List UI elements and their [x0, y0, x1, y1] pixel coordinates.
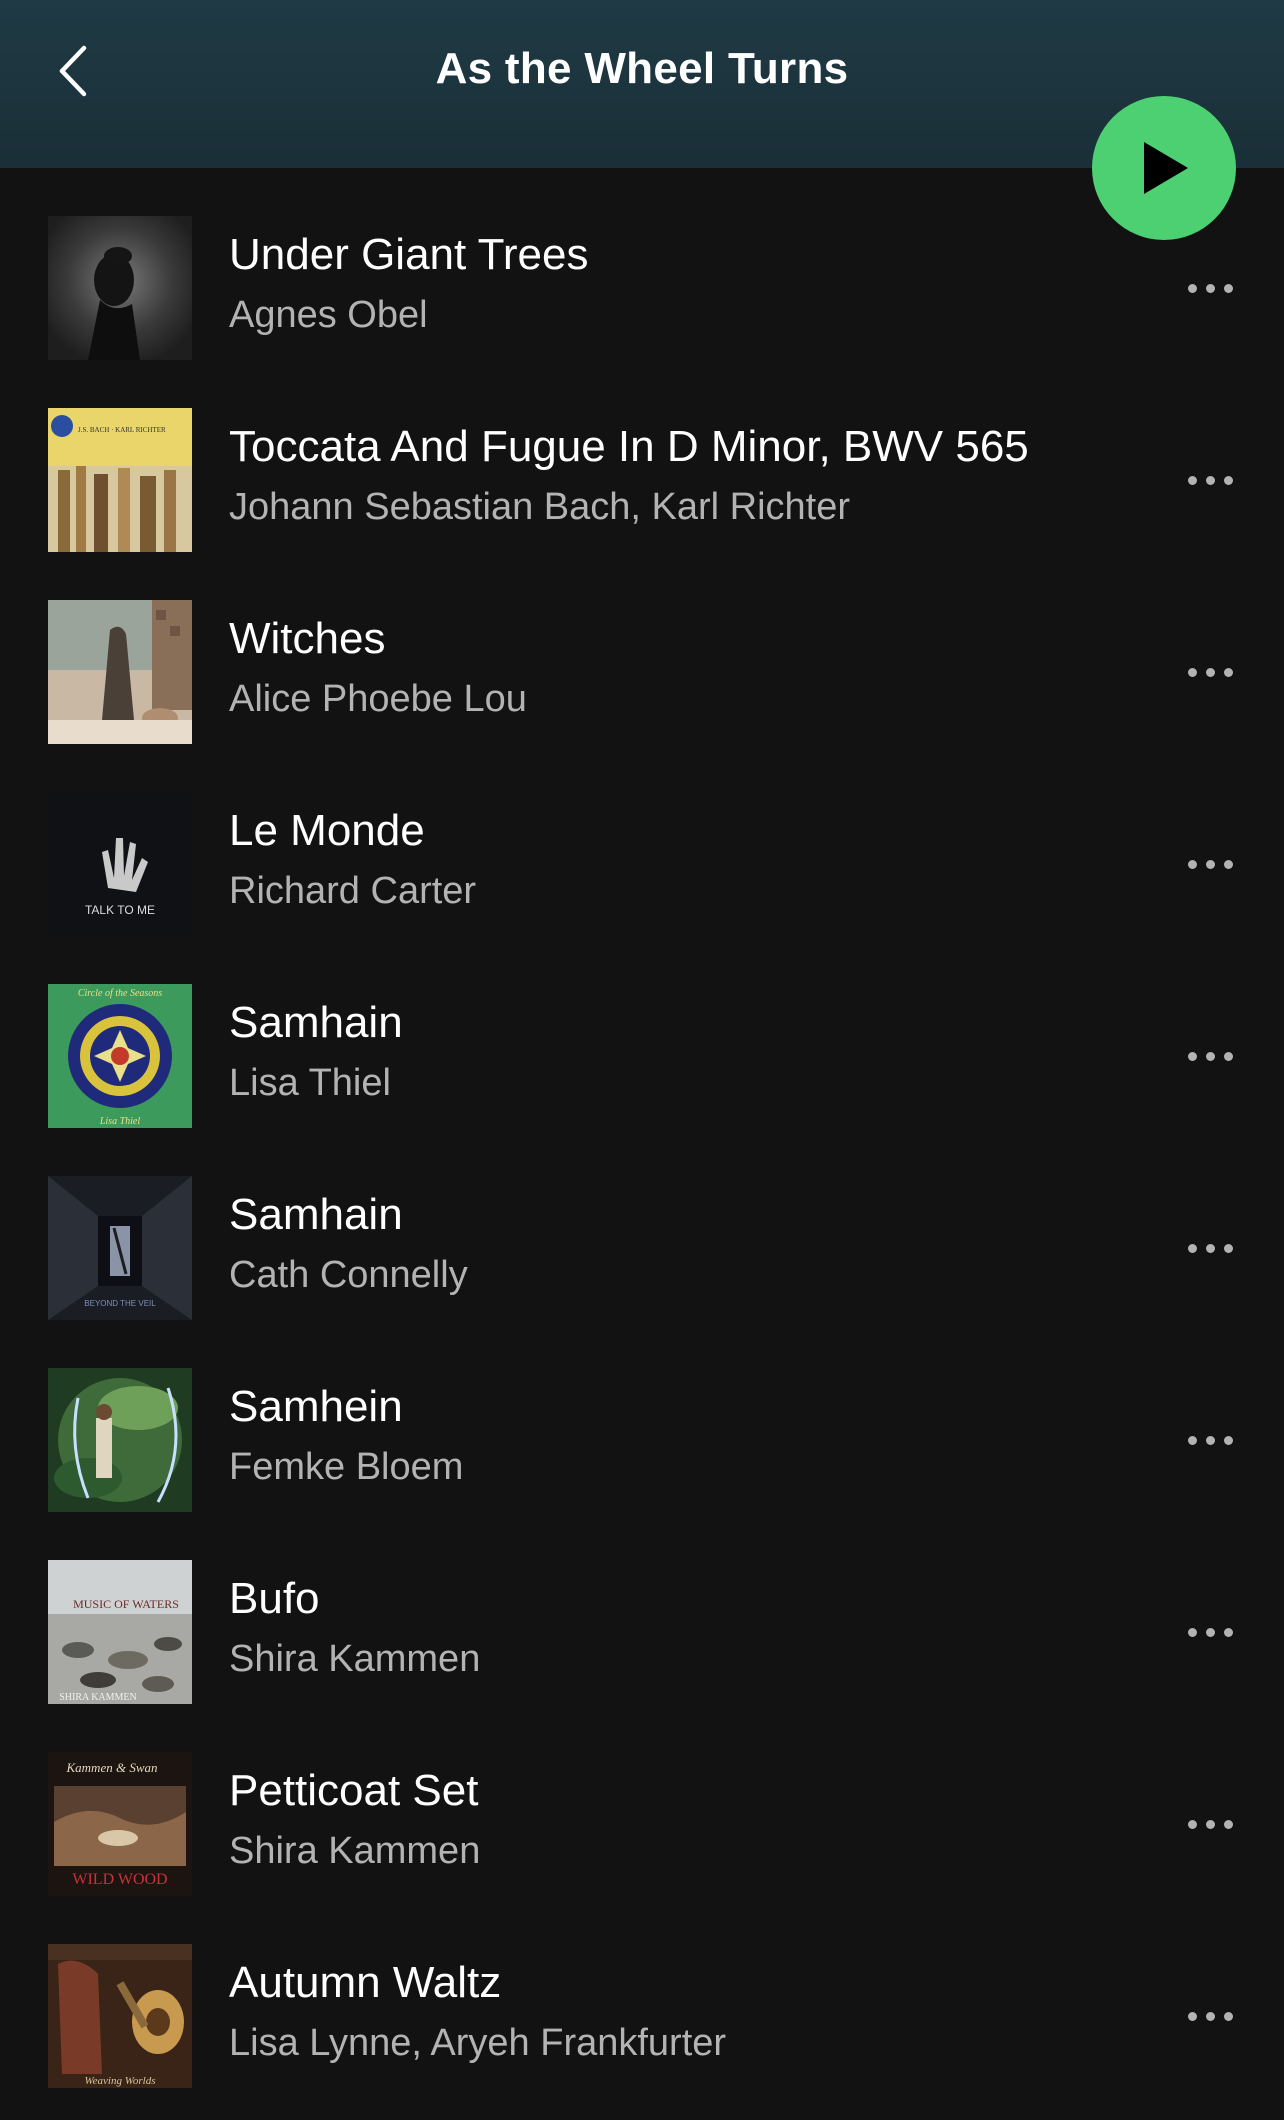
play-button[interactable] [1092, 96, 1236, 240]
cover-caption: MUSIC OF WATERS [73, 1597, 179, 1611]
track-title: Le Monde [229, 806, 425, 855]
album-cover [48, 600, 192, 744]
cover-caption: Weaving Worlds [85, 2075, 156, 2087]
track-row[interactable]: Kammen & Swan WILD WOOD Petticoat Set Sh… [0, 1704, 1284, 1896]
track-row[interactable]: MUSIC OF WATERS SHIRA KAMMEN Bufo Shira … [0, 1512, 1284, 1704]
album-cover: Kammen & Swan WILD WOOD [48, 1752, 192, 1896]
track-row[interactable]: Circle of the Seasons Lisa Thiel Samhain… [0, 936, 1284, 1128]
more-icon [1187, 2011, 1233, 2021]
track-artist: Richard Carter [229, 870, 477, 912]
album-cover: Circle of the Seasons Lisa Thiel [48, 984, 192, 1128]
track-title: Autumn Waltz [229, 1958, 502, 2007]
track-artist: Lisa Thiel [229, 1062, 391, 1104]
album-cover: Weaving Worlds [48, 1944, 192, 2088]
more-options-button[interactable] [1172, 1992, 1248, 2040]
track-row[interactable]: J.S. BACH · KARL RICHTER Toccata And Fug… [0, 360, 1284, 552]
track-artist: Shira Kammen [229, 1830, 481, 1872]
cover-caption: BEYOND THE VEIL [84, 1299, 156, 1308]
cover-caption-2: WILD WOOD [72, 1871, 167, 1888]
play-icon [1144, 142, 1188, 194]
track-row[interactable]: TALK TO ME Le Monde Richard Carter [0, 744, 1284, 936]
album-cover: TALK TO ME [48, 792, 192, 936]
track-artist: Johann Sebastian Bach, Karl Richter [229, 486, 851, 528]
album-cover: BEYOND THE VEIL [48, 1176, 192, 1320]
track-artist: Femke Bloem [229, 1446, 464, 1488]
track-title: Witches [229, 614, 386, 663]
more-options-button[interactable] [1172, 840, 1248, 888]
cover-caption: Kammen & Swan [66, 1760, 158, 1775]
track-row[interactable]: Under Giant Trees Agnes Obel [0, 168, 1284, 360]
more-icon [1187, 283, 1233, 293]
more-icon [1187, 1243, 1233, 1253]
more-icon [1187, 859, 1233, 869]
cover-caption: TALK TO ME [85, 903, 155, 917]
track-title: Toccata And Fugue In D Minor, BWV 565 [229, 422, 1029, 471]
more-options-button[interactable] [1172, 1800, 1248, 1848]
cover-caption: J.S. BACH · KARL RICHTER [78, 426, 166, 434]
playlist-screen: As the Wheel Turns Under Giant Trees Agn… [0, 0, 1284, 2120]
playlist-title: As the Wheel Turns [435, 44, 849, 93]
track-row[interactable]: BEYOND THE VEIL Samhain Cath Connelly [0, 1128, 1284, 1320]
track-artist: Cath Connelly [229, 1254, 468, 1296]
track-row[interactable]: Witches Alice Phoebe Lou [0, 552, 1284, 744]
more-options-button[interactable] [1172, 456, 1248, 504]
cover-caption-2: Lisa Thiel [99, 1116, 141, 1127]
more-options-button[interactable] [1172, 1032, 1248, 1080]
track-title: Under Giant Trees [229, 230, 589, 279]
track-artist: Agnes Obel [229, 294, 428, 336]
more-options-button[interactable] [1172, 1416, 1248, 1464]
more-icon [1187, 1627, 1233, 1637]
album-cover [48, 216, 192, 360]
more-icon [1187, 1819, 1233, 1829]
cover-caption-2: SHIRA KAMMEN [59, 1692, 137, 1703]
track-artist: Shira Kammen [229, 1638, 481, 1680]
album-cover: J.S. BACH · KARL RICHTER [48, 408, 192, 552]
more-icon [1187, 475, 1233, 485]
cover-caption: Circle of the Seasons [78, 988, 162, 999]
track-title: Samhein [229, 1382, 403, 1431]
track-row[interactable]: Samhein Femke Bloem [0, 1320, 1284, 1512]
album-cover: MUSIC OF WATERS SHIRA KAMMEN [48, 1560, 192, 1704]
track-row[interactable]: Weaving Worlds Autumn Waltz Lisa Lynne, … [0, 1896, 1284, 2088]
album-cover [48, 1368, 192, 1512]
more-options-button[interactable] [1172, 648, 1248, 696]
more-options-button[interactable] [1172, 1608, 1248, 1656]
track-title: Samhain [229, 998, 403, 1047]
more-options-button[interactable] [1172, 1224, 1248, 1272]
track-title: Bufo [229, 1574, 320, 1623]
more-icon [1187, 1435, 1233, 1445]
playlist-header: As the Wheel Turns [0, 0, 1284, 168]
more-icon [1187, 1051, 1233, 1061]
more-options-button[interactable] [1172, 264, 1248, 312]
track-title: Petticoat Set [229, 1766, 479, 1815]
track-artist: Lisa Lynne, Aryeh Frankfurter [229, 2022, 727, 2064]
track-title: Samhain [229, 1190, 403, 1239]
more-icon [1187, 667, 1233, 677]
track-artist: Alice Phoebe Lou [229, 678, 527, 720]
